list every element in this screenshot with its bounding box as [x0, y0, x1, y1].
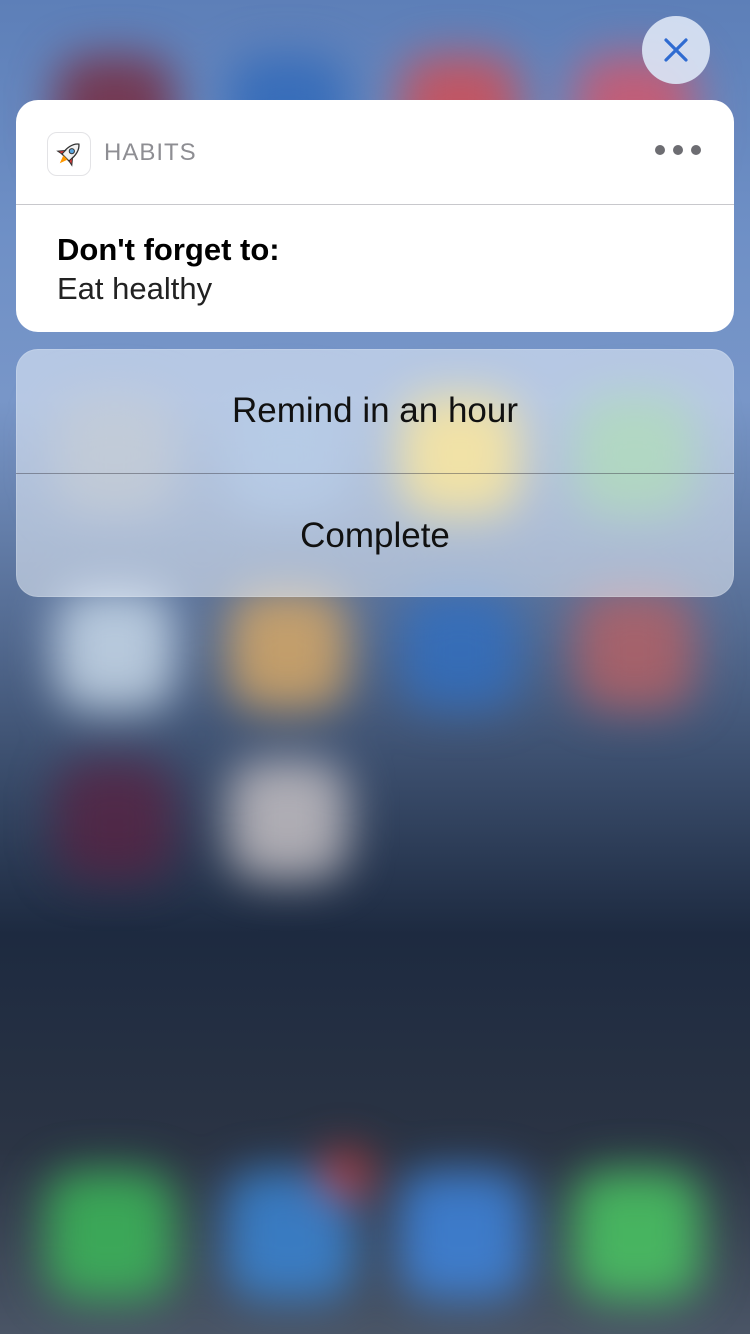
notification-body: Don't forget to: Eat healthy [16, 205, 734, 332]
rocket-icon [56, 143, 80, 167]
notification-actions: Remind in an hour Complete [16, 349, 734, 597]
notification-card: HABITS Don't forget to: Eat healthy [16, 100, 734, 332]
complete-button[interactable]: Complete [16, 473, 734, 597]
app-icon [47, 132, 91, 176]
app-name: HABITS [104, 139, 197, 166]
notification-message: Eat healthy [57, 271, 213, 306]
close-icon [664, 38, 688, 62]
notification-header: HABITS [16, 100, 734, 205]
close-button[interactable] [642, 16, 710, 84]
ellipsis-icon[interactable] [655, 145, 701, 155]
notification-title: Don't forget to: [57, 232, 280, 267]
remind-in-an-hour-button[interactable]: Remind in an hour [16, 349, 734, 473]
